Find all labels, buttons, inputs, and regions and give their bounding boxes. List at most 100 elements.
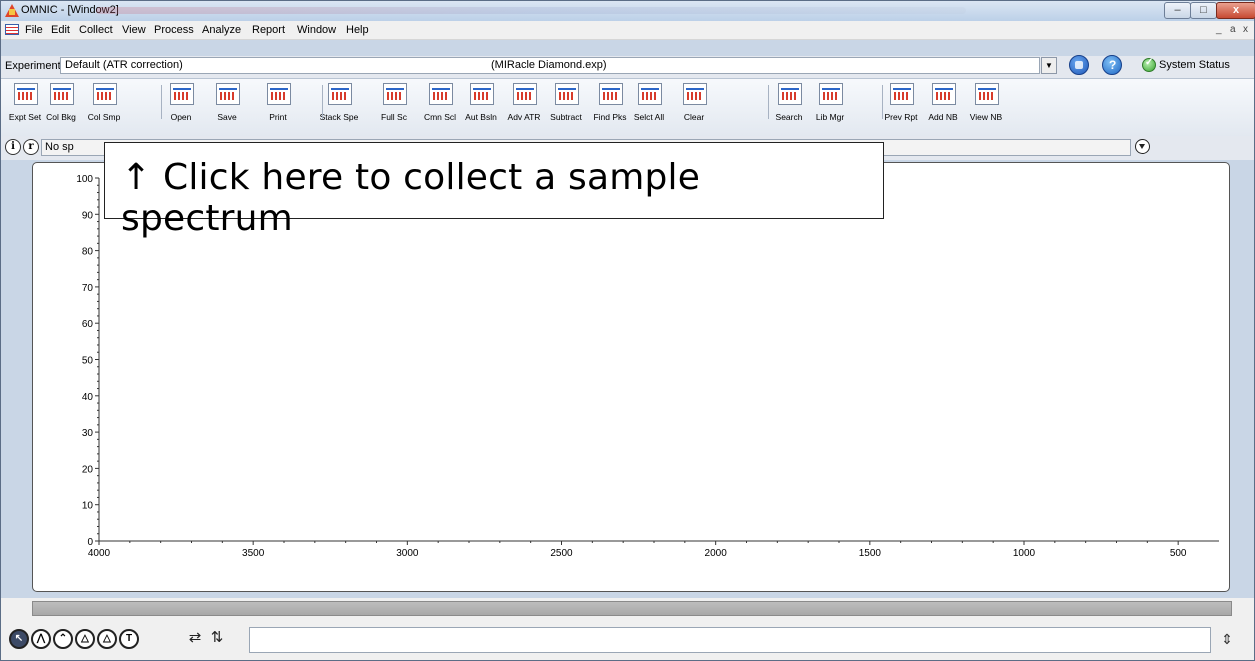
x-tick-label: 3500 [242, 548, 265, 559]
menu-help[interactable]: Help [346, 24, 369, 36]
view-notebook-icon [975, 83, 999, 105]
experiment-dropdown-button[interactable]: ▼ [1041, 57, 1057, 74]
toolbar-button-adv-atr[interactable]: Adv ATR [505, 81, 543, 129]
x-tick-label: 2000 [705, 548, 728, 559]
toolbar-separator [882, 85, 883, 119]
menu-view[interactable]: View [122, 24, 146, 36]
save-disk-icon [216, 83, 240, 105]
toolbar-button-subtract[interactable]: Subtract [547, 81, 585, 129]
toolbar-button-col-bkg[interactable]: Col Bkg [42, 81, 80, 129]
command-scroll-icon[interactable]: ⇕ [1217, 629, 1237, 651]
reference-icon[interactable]: r [23, 139, 39, 155]
select-all-icon [638, 83, 662, 105]
advanced-atr-icon [513, 83, 537, 105]
toolbar-separator [768, 85, 769, 119]
toolbar-button-label: Save [217, 112, 237, 122]
experiment-label: Experiment: [5, 60, 64, 72]
system-status-icon[interactable] [1142, 57, 1156, 72]
x-tick-label: 3000 [396, 548, 419, 559]
toolbar-button-label: Col Smp [87, 112, 121, 122]
menu-collect[interactable]: Collect [79, 24, 113, 36]
y-tick-label: 0 [87, 537, 93, 548]
toolbar-button-prev-rpt[interactable]: Prev Rpt [882, 81, 920, 129]
y-tick-label: 30 [82, 428, 94, 439]
toolbar-button-label: View NB [969, 112, 1003, 122]
selection-tool-icon[interactable]: ↖ [9, 629, 29, 649]
toolbar-button-add-nb[interactable]: Add NB [924, 81, 962, 129]
omnic-logo-icon [5, 4, 19, 17]
toolbar-button-print[interactable]: Print [259, 81, 297, 129]
mdi-close-button[interactable]: x [1243, 24, 1248, 35]
y-tick-label: 100 [76, 174, 93, 185]
y-tick-label: 50 [82, 356, 94, 367]
toolbar-button-selct-all[interactable]: Selct All [630, 81, 668, 129]
document-window-icon[interactable] [5, 24, 19, 35]
experiment-file: (MIRacle Diamond.exp) [491, 59, 607, 71]
menu-file[interactable]: File [25, 24, 43, 36]
toolbar-button-full-sc[interactable]: Full Sc [375, 81, 413, 129]
toolbar-separator [161, 85, 162, 119]
toolbar-button-lib-mgr[interactable]: Lib Mgr [811, 81, 849, 129]
search-icon [778, 83, 802, 105]
spectrum-title-text: No sp [45, 141, 74, 153]
menu-analyze[interactable]: Analyze [202, 24, 241, 36]
peak-area-tool-icon[interactable]: △ [75, 629, 95, 649]
region-tool-icon[interactable]: ⋀ [31, 629, 51, 649]
horizontal-expand-icon[interactable]: ⇄ [185, 629, 205, 649]
toolbar-button-col-smp[interactable]: Col Smp [85, 81, 123, 129]
help-icon[interactable] [1102, 55, 1122, 75]
y-tick-label: 20 [82, 464, 94, 475]
x-tick-label: 1000 [1013, 548, 1036, 559]
library-manager-icon [819, 83, 843, 105]
toolbar-button-view-nb[interactable]: View NB [967, 81, 1005, 129]
info-icon[interactable]: i [5, 139, 21, 155]
toolbar-button-label: Clear [683, 112, 705, 122]
experiment-setup-icon [14, 83, 38, 105]
toolbar-button-stack-spe[interactable]: Stack Spe [320, 81, 358, 129]
menu-process[interactable]: Process [154, 24, 194, 36]
spectrum-scroll-bar[interactable] [32, 601, 1232, 616]
toolbar-button-clear[interactable]: Clear [675, 81, 713, 129]
minimize-button[interactable]: – [1164, 2, 1191, 19]
y-tick-label: 90 [82, 210, 94, 221]
maximize-button[interactable]: □ [1190, 2, 1217, 19]
clear-icon [683, 83, 707, 105]
experiment-select[interactable]: Default (ATR correction) (MIRacle Diamon… [60, 57, 1040, 74]
mdi-restore-button[interactable]: a [1230, 24, 1236, 35]
printer-icon [267, 83, 291, 105]
add-notebook-icon [932, 83, 956, 105]
close-button[interactable]: x [1216, 2, 1255, 19]
menu-window[interactable]: Window [297, 24, 336, 36]
peak-height-tool-icon[interactable]: ⌃ [53, 629, 73, 649]
open-folder-icon [170, 83, 194, 105]
system-status-label[interactable]: System Status [1159, 59, 1230, 71]
subtract-icon [555, 83, 579, 105]
menu-edit[interactable]: Edit [51, 24, 70, 36]
command-line-input[interactable] [249, 627, 1211, 653]
y-tick-label: 40 [82, 392, 94, 403]
collect-sample-icon [93, 83, 117, 105]
toolbar-button-label: Stack Spe [319, 112, 359, 122]
preview-report-icon [890, 83, 914, 105]
y-tick-label: 70 [82, 283, 94, 294]
toolbar-button-open[interactable]: Open [162, 81, 200, 129]
chevron-down-icon [1135, 139, 1150, 154]
toolbar-button-label: Lib Mgr [815, 112, 845, 122]
y-tick-label: 60 [82, 319, 94, 330]
collect-background-icon [50, 83, 74, 105]
toolbar-button-save[interactable]: Save [208, 81, 246, 129]
x-tick-label: 2500 [550, 548, 573, 559]
vertical-expand-icon[interactable]: ⇅ [207, 629, 227, 649]
menu-report[interactable]: Report [252, 24, 285, 36]
find-peaks-icon [599, 83, 623, 105]
toolbar-button-aut-bsln[interactable]: Aut Bsln [462, 81, 500, 129]
title-bar: OMNIC - [Window2] – □ x [1, 1, 1255, 21]
spectrum-dropdown-button[interactable] [1134, 139, 1152, 156]
mdi-minimize-button[interactable]: _ [1216, 24, 1222, 35]
corrected-area-tool-icon[interactable]: △ [97, 629, 117, 649]
x-tick-label: 1500 [859, 548, 882, 559]
y-tick-label: 10 [82, 501, 94, 512]
bench-status-icon[interactable] [1069, 55, 1089, 75]
text-tool-icon[interactable]: T [119, 629, 139, 649]
experiment-value: Default (ATR correction) [65, 59, 183, 71]
